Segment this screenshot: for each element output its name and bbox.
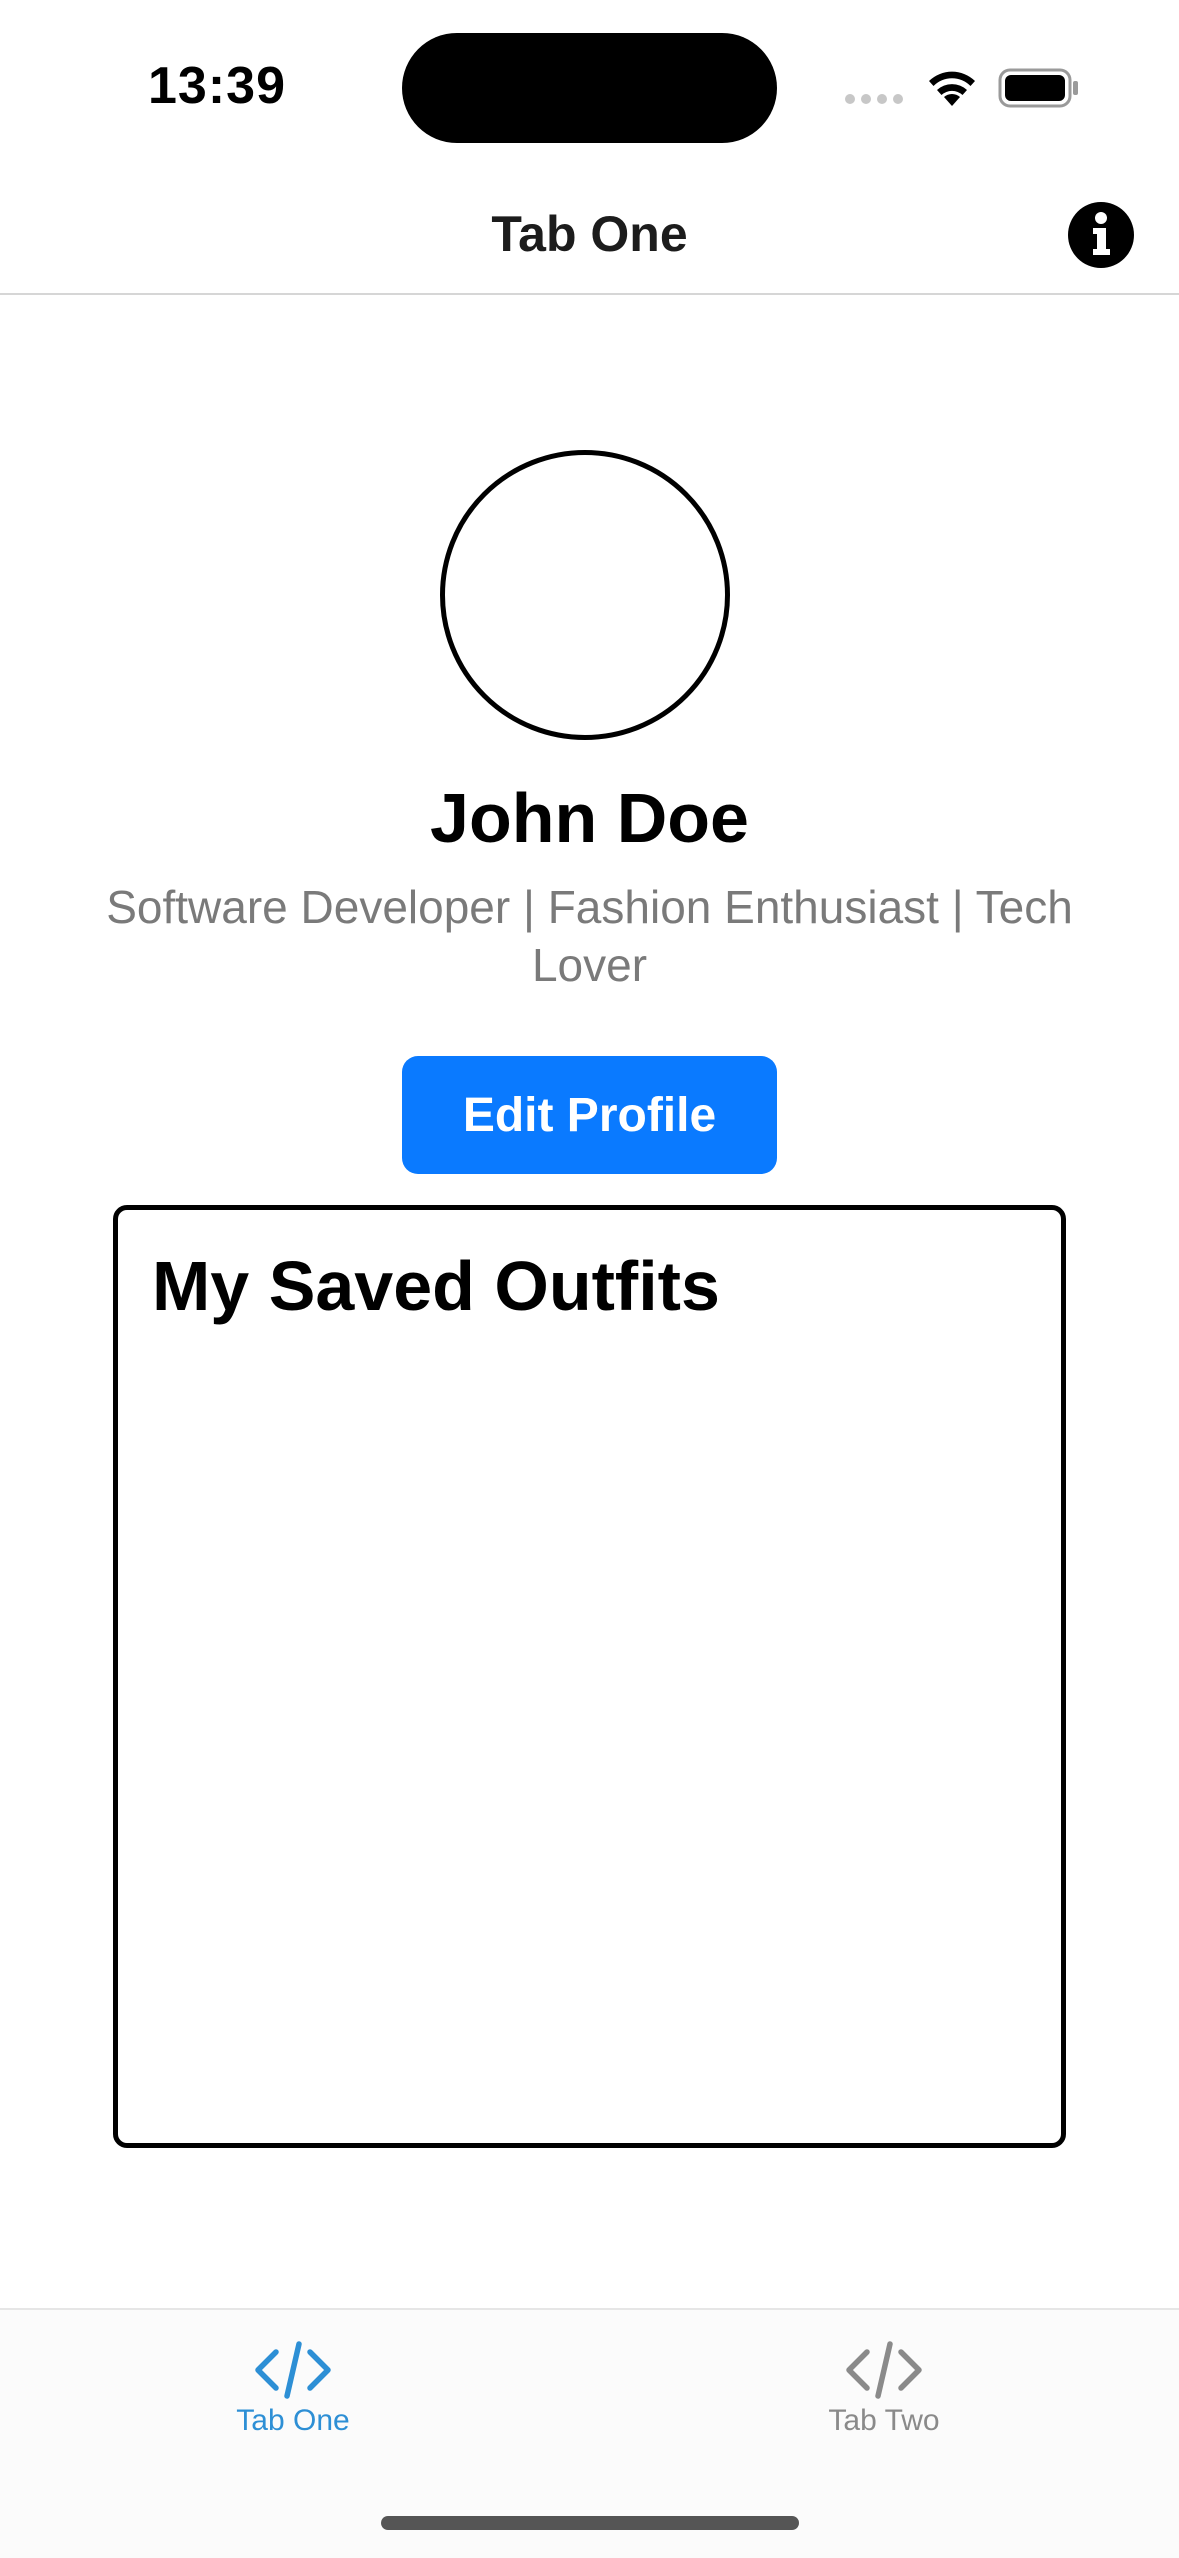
battery-icon bbox=[998, 68, 1078, 108]
tab-two-label: Tab Two bbox=[828, 2404, 940, 2437]
profile-bio: Software Developer | Fashion Enthusiast … bbox=[106, 881, 1073, 991]
wifi-icon bbox=[929, 71, 975, 106]
tab-one[interactable]: Tab One bbox=[143, 2340, 443, 2438]
dynamic-island bbox=[402, 33, 777, 143]
info-button[interactable] bbox=[1068, 202, 1134, 268]
home-indicator[interactable] bbox=[381, 2516, 799, 2530]
saved-outfits-panel: My Saved Outfits bbox=[113, 1205, 1066, 2148]
status-bar: 13:39 bbox=[0, 0, 1179, 175]
code-icon bbox=[255, 2341, 331, 2399]
tab-one-label: Tab One bbox=[236, 2404, 350, 2437]
avatar bbox=[440, 450, 730, 740]
edit-profile-button[interactable]: Edit Profile bbox=[402, 1056, 777, 1174]
saved-outfits-title: My Saved Outfits bbox=[152, 1247, 720, 1325]
navigation-bar: Tab One bbox=[0, 175, 1179, 295]
tab-two[interactable]: Tab Two bbox=[734, 2340, 1034, 2438]
page-title: Tab One bbox=[491, 206, 688, 262]
info-circle-icon bbox=[1093, 212, 1110, 255]
profile-name: John Doe bbox=[430, 779, 749, 857]
status-time: 13:39 bbox=[148, 57, 286, 115]
cellular-signal-icon bbox=[845, 94, 903, 104]
code-icon bbox=[846, 2341, 922, 2399]
